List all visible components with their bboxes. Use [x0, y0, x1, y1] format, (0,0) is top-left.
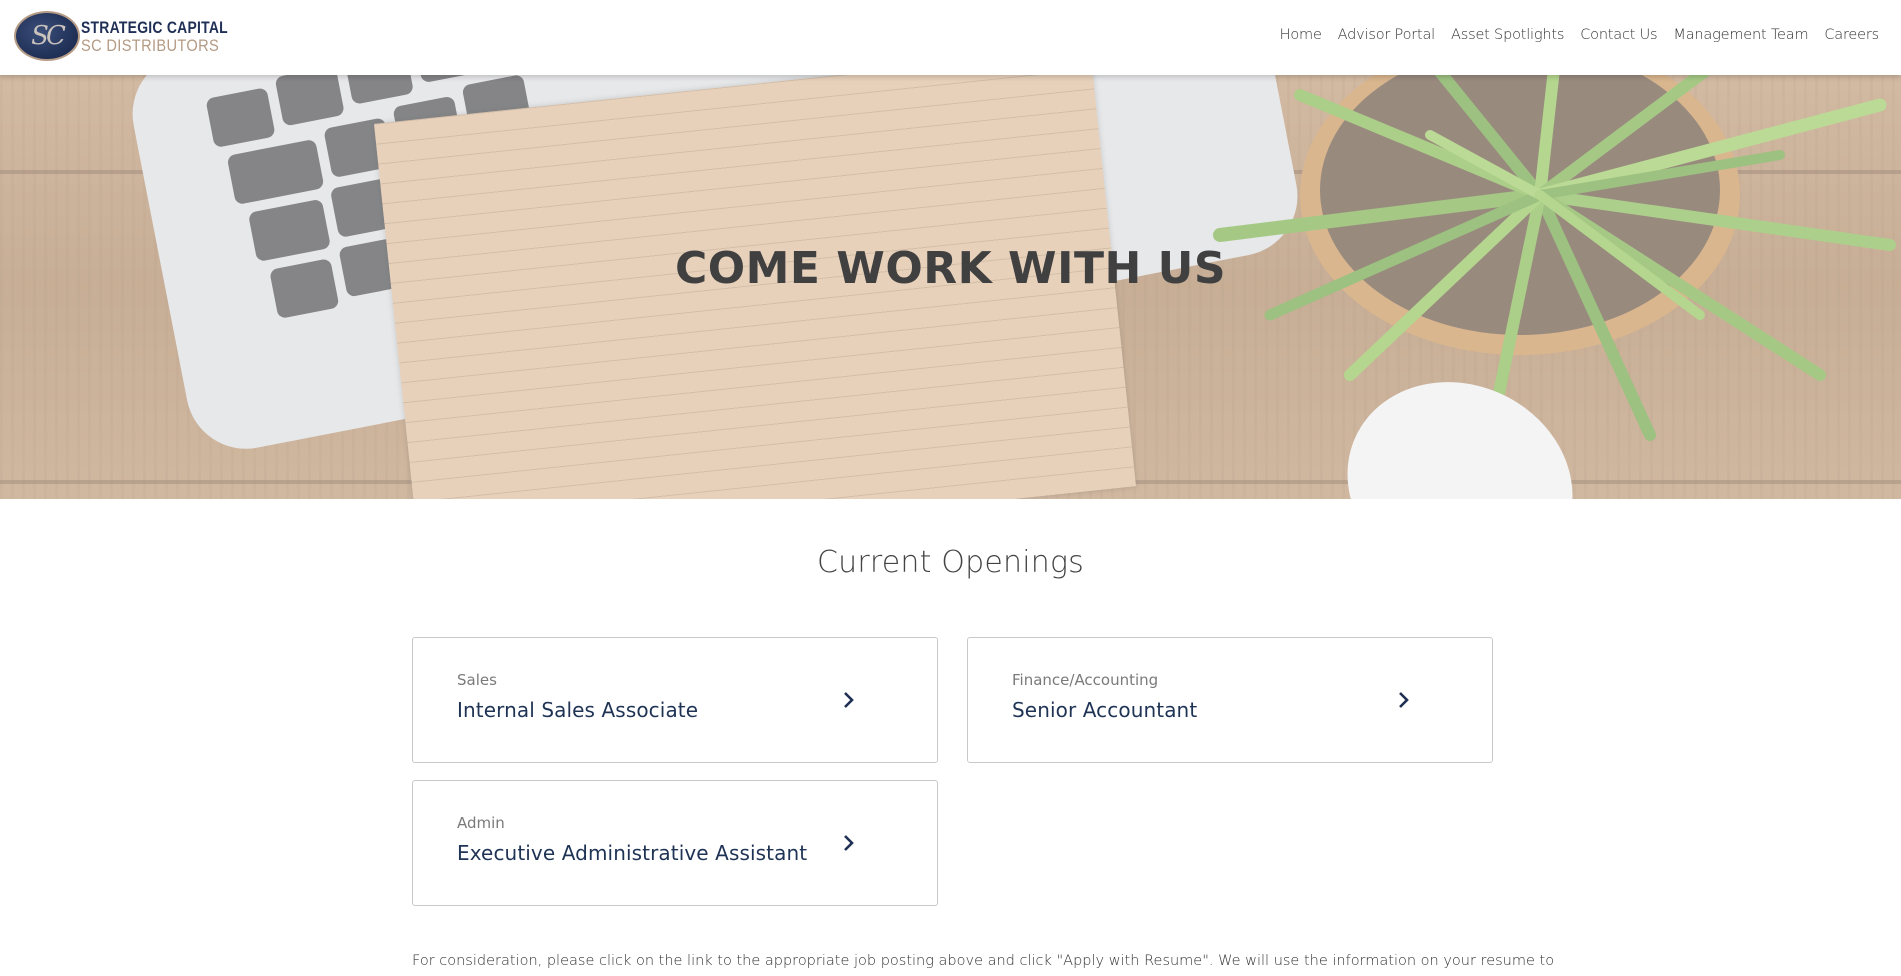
application-instructions: For consideration, please click on the l…	[412, 953, 1555, 969]
job-title: Senior Accountant	[1012, 698, 1198, 722]
chevron-right-icon[interactable]	[841, 833, 857, 853]
job-title: Executive Administrative Assistant	[457, 841, 808, 865]
logo-badge: SC	[14, 11, 80, 61]
chevron-right-icon[interactable]	[841, 690, 857, 710]
main-nav: Home Advisor Portal Asset Spotlights Con…	[1264, 27, 1880, 43]
site-header: SC STRATEGIC CAPITAL SC DISTRIBUTORS Hom…	[0, 0, 1901, 75]
job-card-executive-administrative-assistant[interactable]: Admin Executive Administrative Assistant	[412, 780, 938, 906]
company-logo[interactable]: SC STRATEGIC CAPITAL SC DISTRIBUTORS	[14, 10, 260, 62]
job-card-senior-accountant[interactable]: Finance/Accounting Senior Accountant	[967, 637, 1493, 763]
nav-contact-us[interactable]: Contact Us	[1580, 27, 1657, 43]
nav-advisor-portal[interactable]: Advisor Portal	[1338, 27, 1436, 43]
job-category: Sales	[457, 671, 497, 689]
nav-management-team[interactable]: Management Team	[1673, 27, 1808, 43]
logo-line-1: STRATEGIC CAPITAL	[81, 17, 228, 37]
section-title: Current Openings	[816, 545, 1085, 580]
chevron-right-icon[interactable]	[1396, 690, 1412, 710]
nav-home[interactable]: Home	[1280, 27, 1322, 43]
job-category: Finance/Accounting	[1012, 671, 1159, 689]
nav-careers[interactable]: Careers	[1824, 27, 1879, 43]
logo-text: STRATEGIC CAPITAL SC DISTRIBUTORS	[81, 19, 260, 54]
nav-asset-spotlights[interactable]: Asset Spotlights	[1451, 27, 1564, 43]
logo-line-2: SC DISTRIBUTORS	[81, 35, 220, 55]
job-category: Admin	[457, 814, 505, 832]
hero-banner: COME WORK WITH US	[0, 75, 1901, 499]
job-title: Internal Sales Associate	[457, 698, 699, 722]
hero-title: COME WORK WITH US	[674, 243, 1227, 294]
job-card-internal-sales-associate[interactable]: Sales Internal Sales Associate	[412, 637, 938, 763]
